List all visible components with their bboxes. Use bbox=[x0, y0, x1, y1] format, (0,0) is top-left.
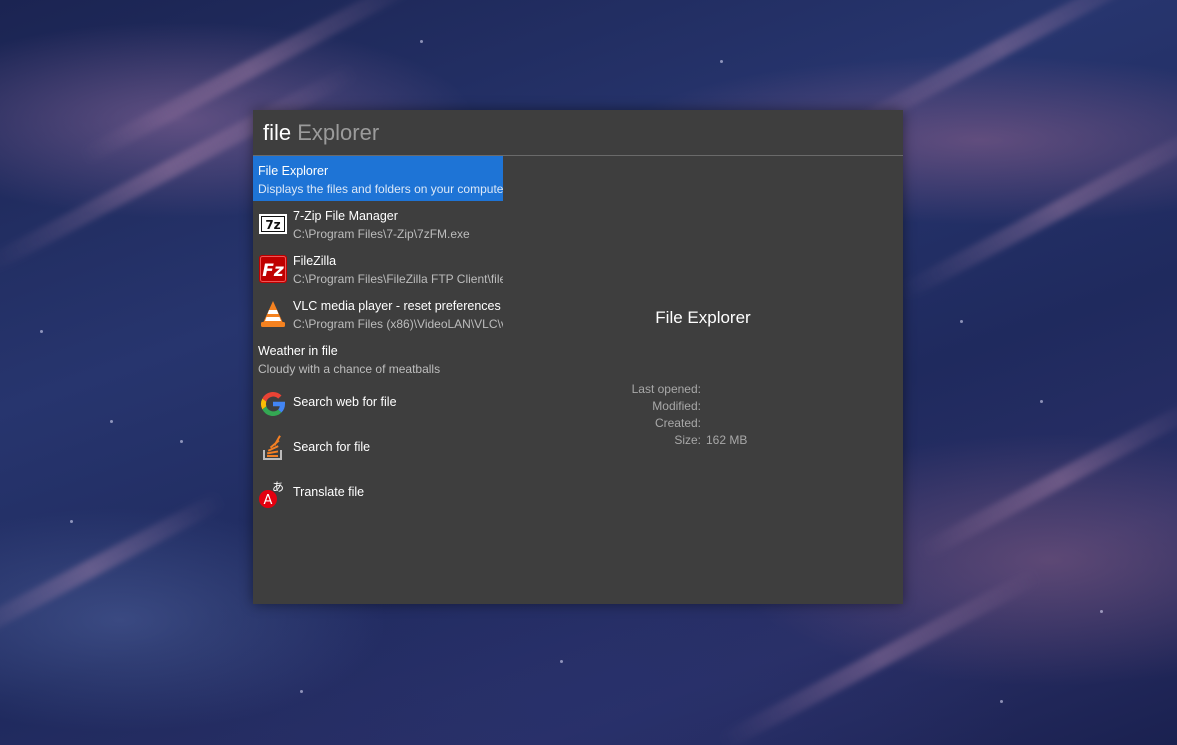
result-title: VLC media player - reset preferences bbox=[293, 299, 501, 313]
svg-text:Fz: Fz bbox=[262, 261, 284, 281]
result-translate[interactable]: あ A Translate file bbox=[253, 471, 503, 516]
meta-row-size: Size: 162 MB bbox=[503, 433, 903, 450]
result-file-explorer[interactable]: File Explorer Displays the files and fol… bbox=[253, 156, 503, 201]
google-icon bbox=[258, 389, 288, 419]
results-list: File Explorer Displays the files and fol… bbox=[253, 156, 503, 604]
translate-icon: あ A bbox=[258, 479, 288, 509]
result-title: FileZilla bbox=[293, 254, 337, 268]
result-subtitle: C:\Program Files (x86)\VideoLAN\VLC\v bbox=[293, 317, 503, 331]
result-title: Search web for file bbox=[293, 395, 397, 409]
svg-text:A: A bbox=[264, 493, 273, 508]
wallpaper-streak bbox=[0, 490, 227, 648]
meta-value: 162 MB bbox=[706, 433, 748, 447]
result-title: 7-Zip File Manager bbox=[293, 209, 398, 223]
result-title: File Explorer bbox=[258, 164, 329, 178]
7zip-icon: 7z bbox=[258, 209, 288, 239]
wallpaper-streak bbox=[896, 116, 1177, 302]
result-subtitle: C:\Program Files\FileZilla FTP Client\fi… bbox=[293, 272, 503, 286]
result-title: Weather in file bbox=[258, 344, 338, 358]
vlc-icon bbox=[258, 299, 288, 329]
stackoverflow-icon bbox=[258, 434, 288, 464]
preview-pane: File Explorer Last opened: Modified: Cre… bbox=[503, 156, 903, 604]
filezilla-icon: Fz bbox=[258, 254, 288, 284]
result-filezilla[interactable]: Fz FileZilla C:\Program Files\FileZilla … bbox=[253, 246, 503, 291]
result-subtitle: Displays the files and folders on your c… bbox=[258, 182, 503, 196]
meta-row-last-opened: Last opened: bbox=[503, 382, 903, 399]
desktop-wallpaper: file Explorer File Explorer Displays the… bbox=[0, 0, 1177, 745]
search-bar[interactable]: file Explorer bbox=[253, 110, 903, 156]
meta-label: Created: bbox=[654, 416, 701, 430]
meta-label: Last opened: bbox=[631, 382, 701, 396]
result-vlc[interactable]: VLC media player - reset preferences C:\… bbox=[253, 291, 503, 336]
result-search-web[interactable]: Search web for file bbox=[253, 381, 503, 426]
wallpaper-streak bbox=[914, 395, 1177, 563]
result-search-stackoverflow[interactable]: Search for file bbox=[253, 426, 503, 471]
result-weather[interactable]: Weather in file Cloudy with a chance of … bbox=[253, 336, 503, 381]
preview-metadata: Last opened: Modified: Created: Size: 16… bbox=[503, 382, 903, 450]
meta-label: Size: bbox=[674, 433, 701, 447]
svg-text:あ: あ bbox=[272, 480, 284, 494]
search-autocomplete-hint: Explorer bbox=[291, 120, 380, 145]
launcher-window: file Explorer File Explorer Displays the… bbox=[253, 110, 903, 604]
preview-title: File Explorer bbox=[655, 308, 751, 327]
search-typed-text: file bbox=[263, 120, 292, 145]
meta-row-modified: Modified: bbox=[503, 399, 903, 416]
result-subtitle: Cloudy with a chance of meatballs bbox=[258, 362, 441, 376]
result-title: Translate file bbox=[293, 485, 365, 499]
meta-label: Modified: bbox=[652, 399, 701, 413]
result-subtitle: C:\Program Files\7-Zip\7zFM.exe bbox=[293, 227, 470, 241]
svg-text:7z: 7z bbox=[265, 218, 280, 232]
result-7zip[interactable]: 7z 7-Zip File Manager C:\Program Files\7… bbox=[253, 201, 503, 246]
result-title: Search for file bbox=[293, 440, 371, 454]
meta-row-created: Created: bbox=[503, 416, 903, 433]
search-input[interactable]: file Explorer bbox=[263, 120, 379, 146]
